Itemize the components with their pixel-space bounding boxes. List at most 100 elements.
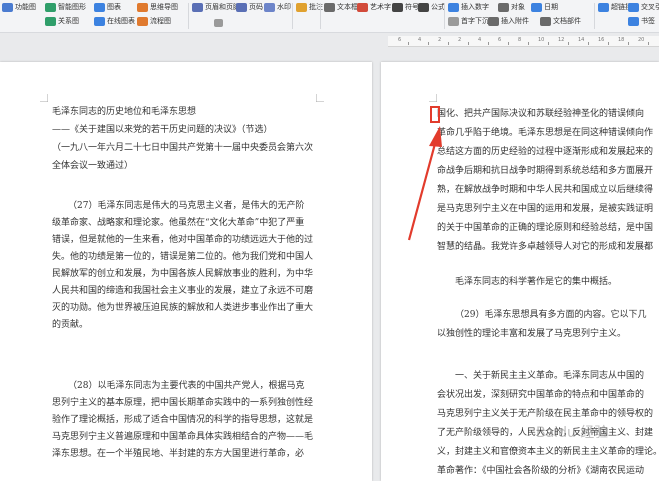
ruler-number: 4 (418, 37, 422, 43)
watermark-icon (264, 3, 275, 12)
document-text-line: 思列宁主义的基本原理，把中国长期革命实践中的一系列独创性经 (52, 398, 314, 408)
ribbon-relation-diagram-button[interactable]: 关系图 (45, 17, 79, 26)
horizontal-ruler[interactable]: 6 4 2 2 4 6 8 10 12 14 16 18 20 (388, 36, 659, 47)
document-text-line: 马克思列宁主义普遍原理和中国革命具体实践相结合的产物——毛 (52, 432, 314, 442)
ribbon-hyperlink-button[interactable]: 超链接 (598, 3, 632, 12)
document-text-line: 毛泽东同志的历史地位和毛泽东思想 (52, 107, 197, 117)
ribbon-doc-parts-button[interactable]: 文档部件 (540, 17, 581, 26)
document-page-left[interactable]: 毛泽东同志的历史地位和毛泽东思想 ——《关于建国以来党的若干历史问题的决议》（节选… (0, 62, 372, 481)
document-text-line: 泽东思想。在一个半殖民地、半封建的东方大国里进行革命，必 (52, 449, 305, 459)
document-text-line: 错误，但是就他的一生来看，他对中国革命的功绩远远大于他的过 (52, 235, 314, 245)
mind-map-icon (137, 3, 148, 12)
document-text-line: 级革命家、战略家和理论家。他虽然在“文化大革命”中犯了严重 (52, 218, 305, 228)
ruler-number: 4 (478, 37, 482, 43)
object-icon (498, 3, 509, 12)
ribbon-item-label: 页码 (249, 3, 263, 11)
ruler-number: 20 (638, 37, 645, 43)
insert-number-icon (448, 3, 459, 12)
ribbon-separator (320, 3, 321, 29)
relation-diagram-icon (45, 17, 56, 26)
document-text-line: ——《关于建国以来党的若干历史问题的决议》（节选） (52, 125, 273, 135)
ribbon-separator (444, 3, 445, 29)
ribbon-page-number-button[interactable]: 页码 (236, 3, 263, 12)
ribbon-chart-button[interactable]: 图表 (94, 3, 121, 12)
ribbon-toolbar: 功能图 智能图形 图表 思维导图 页眉和页脚 页码 水印 批注 文本框 艺术字 符号 公式 插入数字 对象… (0, 0, 659, 33)
ribbon-date-button[interactable]: 日期 (531, 3, 558, 12)
document-text-line: 革命著作：《中国社会各阶级的分析》《湖南农民运动 (437, 466, 645, 476)
ribbon-bookmark-button[interactable]: 书签 (628, 17, 655, 26)
ribbon-flowchart-button[interactable]: 流程图 (137, 17, 171, 26)
ruler-tick (608, 42, 609, 45)
ribbon-smart-graphic-button[interactable]: 智能图形 (45, 3, 86, 12)
ruler-tick (448, 42, 449, 45)
ribbon-item-label: 思维导图 (150, 3, 178, 11)
ribbon-formula-button[interactable]: 公式 (418, 3, 445, 12)
document-text-line: 验作了理论概括，形成了适合中国情况的科学的指导思想，这就是 (52, 415, 314, 425)
ruler-tick (628, 42, 629, 45)
ruler-number: 10 (538, 37, 545, 43)
ribbon-header-footer-button[interactable]: 页眉和页脚 (192, 3, 240, 12)
ribbon-separator (188, 3, 189, 29)
doc-parts-icon (540, 17, 551, 26)
ribbon-item-label: 艺术字 (370, 3, 391, 11)
ribbon-comment-button[interactable]: 批注 (296, 3, 323, 12)
ribbon-online-chart-button[interactable]: 在线图表 (94, 17, 135, 26)
ribbon-item-label: 文本框 (337, 3, 358, 11)
ribbon-item-label: 图表 (107, 3, 121, 11)
header-icon[interactable] (214, 19, 223, 27)
ribbon-insert-number-button[interactable]: 插入数字 (448, 3, 489, 12)
ribbon-item-label: 关系图 (58, 17, 79, 25)
document-text-line: 马克思列宁主义关于无产阶级在民主革命中的领导权的 (437, 409, 654, 419)
document-text-line: 命战争后期和抗日战争时期得到系统总结和多方面展开 (437, 166, 654, 176)
comment-icon (296, 3, 307, 12)
online-chart-icon (94, 17, 105, 26)
ribbon-item-label: 首字下沉 (461, 17, 489, 25)
ribbon-symbol-button[interactable]: 符号 (392, 3, 419, 12)
ribbon-item-label: 交叉引 (641, 3, 659, 11)
header-footer-icon (192, 3, 203, 12)
attachment-icon (488, 17, 499, 26)
cross-reference-icon (628, 3, 639, 12)
ribbon-attachment-button[interactable]: 插入附件 (488, 17, 529, 26)
document-text-line: 毛泽东同志的科学著作是它的集中概括。 (455, 277, 618, 287)
ruler-number: 2 (438, 37, 442, 43)
date-icon (531, 3, 542, 12)
document-text-line: 国化、把共产国际决议和苏联经验神圣化的错误倾向 (437, 109, 645, 119)
ribbon-item-label: 智能图形 (58, 3, 86, 11)
ribbon-drop-cap-button[interactable]: 首字下沉 (448, 17, 489, 26)
formula-icon (418, 3, 429, 12)
ribbon-item-label: 在线图表 (107, 17, 135, 25)
wordart-icon (357, 3, 368, 12)
ribbon-item-label: 插入数字 (461, 3, 489, 11)
document-text-line: （27）毛泽东同志是伟大的马克思主义者，是伟大的无产阶 (68, 201, 305, 211)
ribbon-item-label: 页眉和页脚 (205, 3, 240, 11)
document-text-line: 是马克思列宁主义在中国的运用和发展，是被实践证明 (437, 204, 654, 214)
ruler-tick (488, 42, 489, 45)
ribbon-textbox-button[interactable]: 文本框 (324, 3, 358, 12)
watermark-text: Baidu 经验 (536, 425, 609, 441)
ribbon-mind-map-button[interactable]: 思维导图 (137, 3, 178, 12)
document-text-line: 革命几乎陷于绝境。毛泽东思想是在同这种错误倾向作 (437, 128, 654, 138)
ribbon-watermark-button[interactable]: 水印 (264, 3, 291, 12)
bookmark-icon (628, 17, 639, 26)
ribbon-item-label: 符号 (405, 3, 419, 11)
ribbon-item-label: 功能图 (15, 3, 36, 11)
page-number-icon (236, 3, 247, 12)
document-text-line: 熟，在解放战争时期和中华人民共和国成立以后继续得 (437, 185, 654, 195)
ruler-number: 2 (458, 37, 462, 43)
ribbon-wordart-button[interactable]: 艺术字 (357, 3, 391, 12)
symbol-icon (392, 3, 403, 12)
ribbon-separator (594, 3, 595, 29)
hyperlink-icon (598, 3, 609, 12)
document-text-line: 民解放军的创立和发展，为中国各族人民解放事业的胜利，为中华 (52, 269, 314, 279)
ribbon-item-label: 公式 (431, 3, 445, 11)
ribbon-cross-reference-button[interactable]: 交叉引 (628, 3, 659, 12)
annotation-arrow-icon (407, 126, 442, 241)
document-text-line: （29）毛泽东思想具有多方面的内容。它以下几 (455, 310, 647, 320)
ribbon-function-diagram-button[interactable]: 功能图 (2, 3, 36, 12)
ribbon-item-label: 插入附件 (501, 17, 529, 25)
ribbon-object-button[interactable]: 对象 (498, 3, 525, 12)
ribbon-item-label: 流程图 (150, 17, 171, 25)
ruler-number: 14 (578, 37, 585, 43)
ruler-tick (548, 42, 549, 45)
